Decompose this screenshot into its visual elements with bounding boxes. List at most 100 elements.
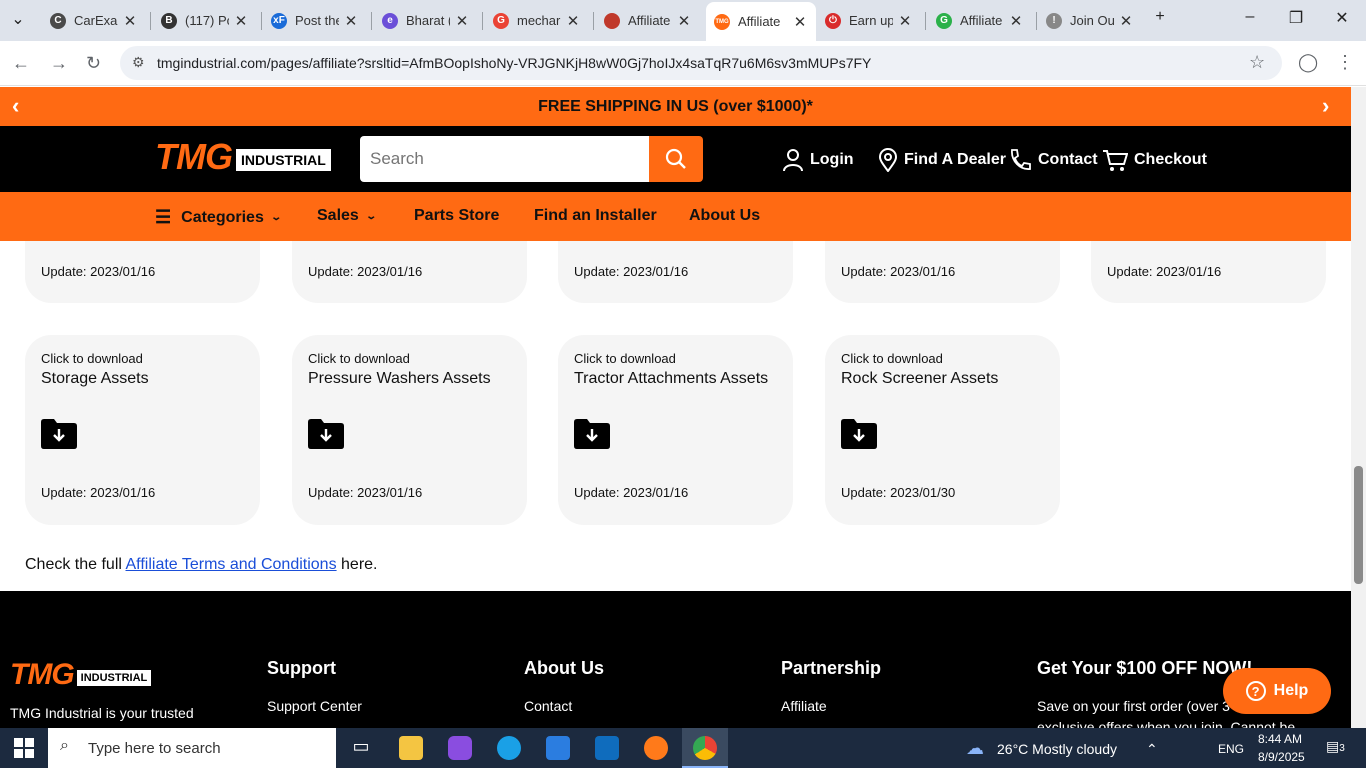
tab-title: Earn up [849,13,893,28]
language-indicator[interactable]: ENG [1218,742,1244,756]
menu-sales[interactable]: Sales ⌄ [317,207,377,225]
contact-link[interactable]: Contact [1008,148,1098,172]
tab-close-icon[interactable]: ✕ [1008,12,1024,30]
footer-tagline: TMG Industrial is your trusted [10,705,194,721]
tray-chevron-icon[interactable]: ⌃ [1146,741,1158,758]
browser-tab[interactable]: Affiliate ✕ [596,5,700,36]
scrollbar-thumb[interactable] [1354,466,1363,584]
card-update-date: Update: 2023/01/16 [1107,264,1222,279]
notification-icon[interactable]: ▤3 [1326,738,1345,755]
weather-text[interactable]: 26°C Mostly cloudy [997,741,1117,757]
download-folder-icon[interactable] [308,419,344,449]
browser-tab[interactable]: Gmechar ✕ [485,5,589,36]
asset-card[interactable]: Update: 2023/01/16 [292,241,527,303]
tab-close-icon[interactable]: ✕ [343,12,359,30]
outlook-icon[interactable] [595,736,619,760]
search-input[interactable] [360,136,649,182]
file-explorer-icon[interactable] [399,736,423,760]
tab-close-icon[interactable]: ✕ [897,12,913,30]
asset-card[interactable]: Update: 2023/01/16 [25,241,260,303]
clock-date[interactable]: 8/9/2025 [1258,750,1305,764]
tab-close-icon[interactable]: ✕ [792,13,808,31]
tab-separator [371,12,372,30]
login-link[interactable]: Login [782,148,854,172]
forward-icon[interactable]: → [50,53,68,74]
menu-about-us[interactable]: About Us [689,207,760,225]
firefox-icon[interactable] [644,736,668,760]
new-tab-button[interactable]: + [1148,8,1172,26]
chevron-down-icon: ⌄ [270,212,282,223]
chevron-down-icon: ⌄ [365,210,377,222]
promo-text: FREE SHIPPING IN US (over $1000)* [538,97,813,115]
profile-icon[interactable]: ◯ [1298,52,1318,73]
windows-start-icon[interactable] [14,738,34,758]
search-button[interactable] [649,136,703,182]
copilot-icon[interactable] [448,736,472,760]
browser-tab[interactable]: G Affiliate ✕ [928,5,1032,36]
tab-close-icon[interactable]: ✕ [122,12,138,30]
back-icon[interactable]: ← [12,53,30,74]
card-update-date: Update: 2023/01/30 [841,485,956,500]
store-icon[interactable] [546,736,570,760]
clock-time[interactable]: 8:44 AM [1258,732,1302,746]
help-button[interactable]: ? Help [1223,668,1331,714]
minimize-button[interactable]: – [1238,8,1262,26]
footer-support-heading: Support [267,658,336,678]
card-update-date: Update: 2023/01/16 [308,264,423,279]
browser-tab[interactable]: ⏻ Earn up ✕ [817,5,921,36]
asset-card[interactable]: Click to download Tractor Attachments Ass… [558,335,793,525]
terms-link[interactable]: Affiliate Terms and Conditions [126,556,337,573]
reload-icon[interactable]: ↻ [86,53,101,74]
asset-card[interactable]: Update: 2023/01/16 [825,241,1060,303]
site-info-icon[interactable]: ⚙ [132,54,145,71]
task-view-icon[interactable]: ▭ [349,736,373,760]
tab-close-icon[interactable]: ✕ [1118,12,1134,30]
tab-close-icon[interactable]: ✕ [233,12,249,30]
asset-card[interactable]: Update: 2023/01/16 [558,241,793,303]
tab-search-icon[interactable]: ⌄ [6,9,30,29]
asset-card[interactable]: Update: 2023/01/16 [1091,241,1326,303]
asset-card[interactable]: Click to download Storage Assets Update: 2… [25,335,260,525]
browser-tab[interactable]: xF Post the ✕ [263,5,367,36]
search-icon [665,148,686,169]
promo-prev-icon[interactable]: ‹ [12,93,19,119]
browser-tab[interactable]: TMG Affiliate ✕ [706,2,816,41]
find-dealer-link[interactable]: Find A Dealer [878,148,1006,172]
asset-card[interactable]: Click to download Pressure Washers Assets… [292,335,527,525]
footer-affiliate-link[interactable]: Affiliate [781,698,827,714]
edge-icon[interactable] [497,736,521,760]
download-folder-icon[interactable] [574,419,610,449]
taskbar-search[interactable]: ⌕ Type here to search [48,728,336,768]
browser-tab[interactable]: C CarExam ✕ [42,5,146,36]
browser-tab[interactable]: ! Join Ou ✕ [1038,5,1142,36]
chrome-taskbar-button[interactable] [682,728,728,768]
asset-card[interactable]: Click to download Rock Screener Assets Upd… [825,335,1060,525]
browser-tab[interactable]: B (117) Pc ✕ [153,5,257,36]
tab-close-icon[interactable]: ✕ [676,12,692,30]
menu-categories[interactable]: ☰ Categories ⌄ [155,207,282,228]
download-folder-icon[interactable] [41,419,77,449]
footer-contact-link[interactable]: Contact [524,698,572,714]
search-icon: ⌕ [60,737,69,754]
maximize-button[interactable]: ❐ [1284,8,1308,28]
tab-close-icon[interactable]: ✕ [565,12,581,30]
close-window-button[interactable]: ✕ [1330,8,1354,28]
tab-favicon-icon: G [936,12,952,29]
card-title: Pressure Washers Assets [308,370,491,387]
menu-parts-store[interactable]: Parts Store [414,207,499,225]
download-folder-icon[interactable] [841,419,877,449]
url-field[interactable]: ⚙ tmgindustrial.com/pages/affiliate?srsl… [120,46,1282,80]
footer-support-center-link[interactable]: Support Center [267,698,362,714]
footer-logo[interactable]: TMG INDUSTRIAL [10,658,152,692]
site-logo[interactable]: TMG INDUSTRIAL [155,139,331,175]
page-scrollbar[interactable] [1351,87,1366,728]
promo-next-icon[interactable]: › [1322,93,1329,119]
checkout-link[interactable]: Checkout [1102,148,1207,172]
logo-sub: INDUSTRIAL [235,149,331,171]
menu-dots-icon[interactable]: ⋮ [1336,52,1354,73]
tab-close-icon[interactable]: ✕ [454,12,470,30]
browser-tab[interactable]: e Bharat (✕ [374,5,478,36]
bookmark-star-icon[interactable]: ☆ [1249,52,1265,73]
menu-find-installer[interactable]: Find an Installer [534,207,657,225]
login-label: Login [810,151,854,168]
